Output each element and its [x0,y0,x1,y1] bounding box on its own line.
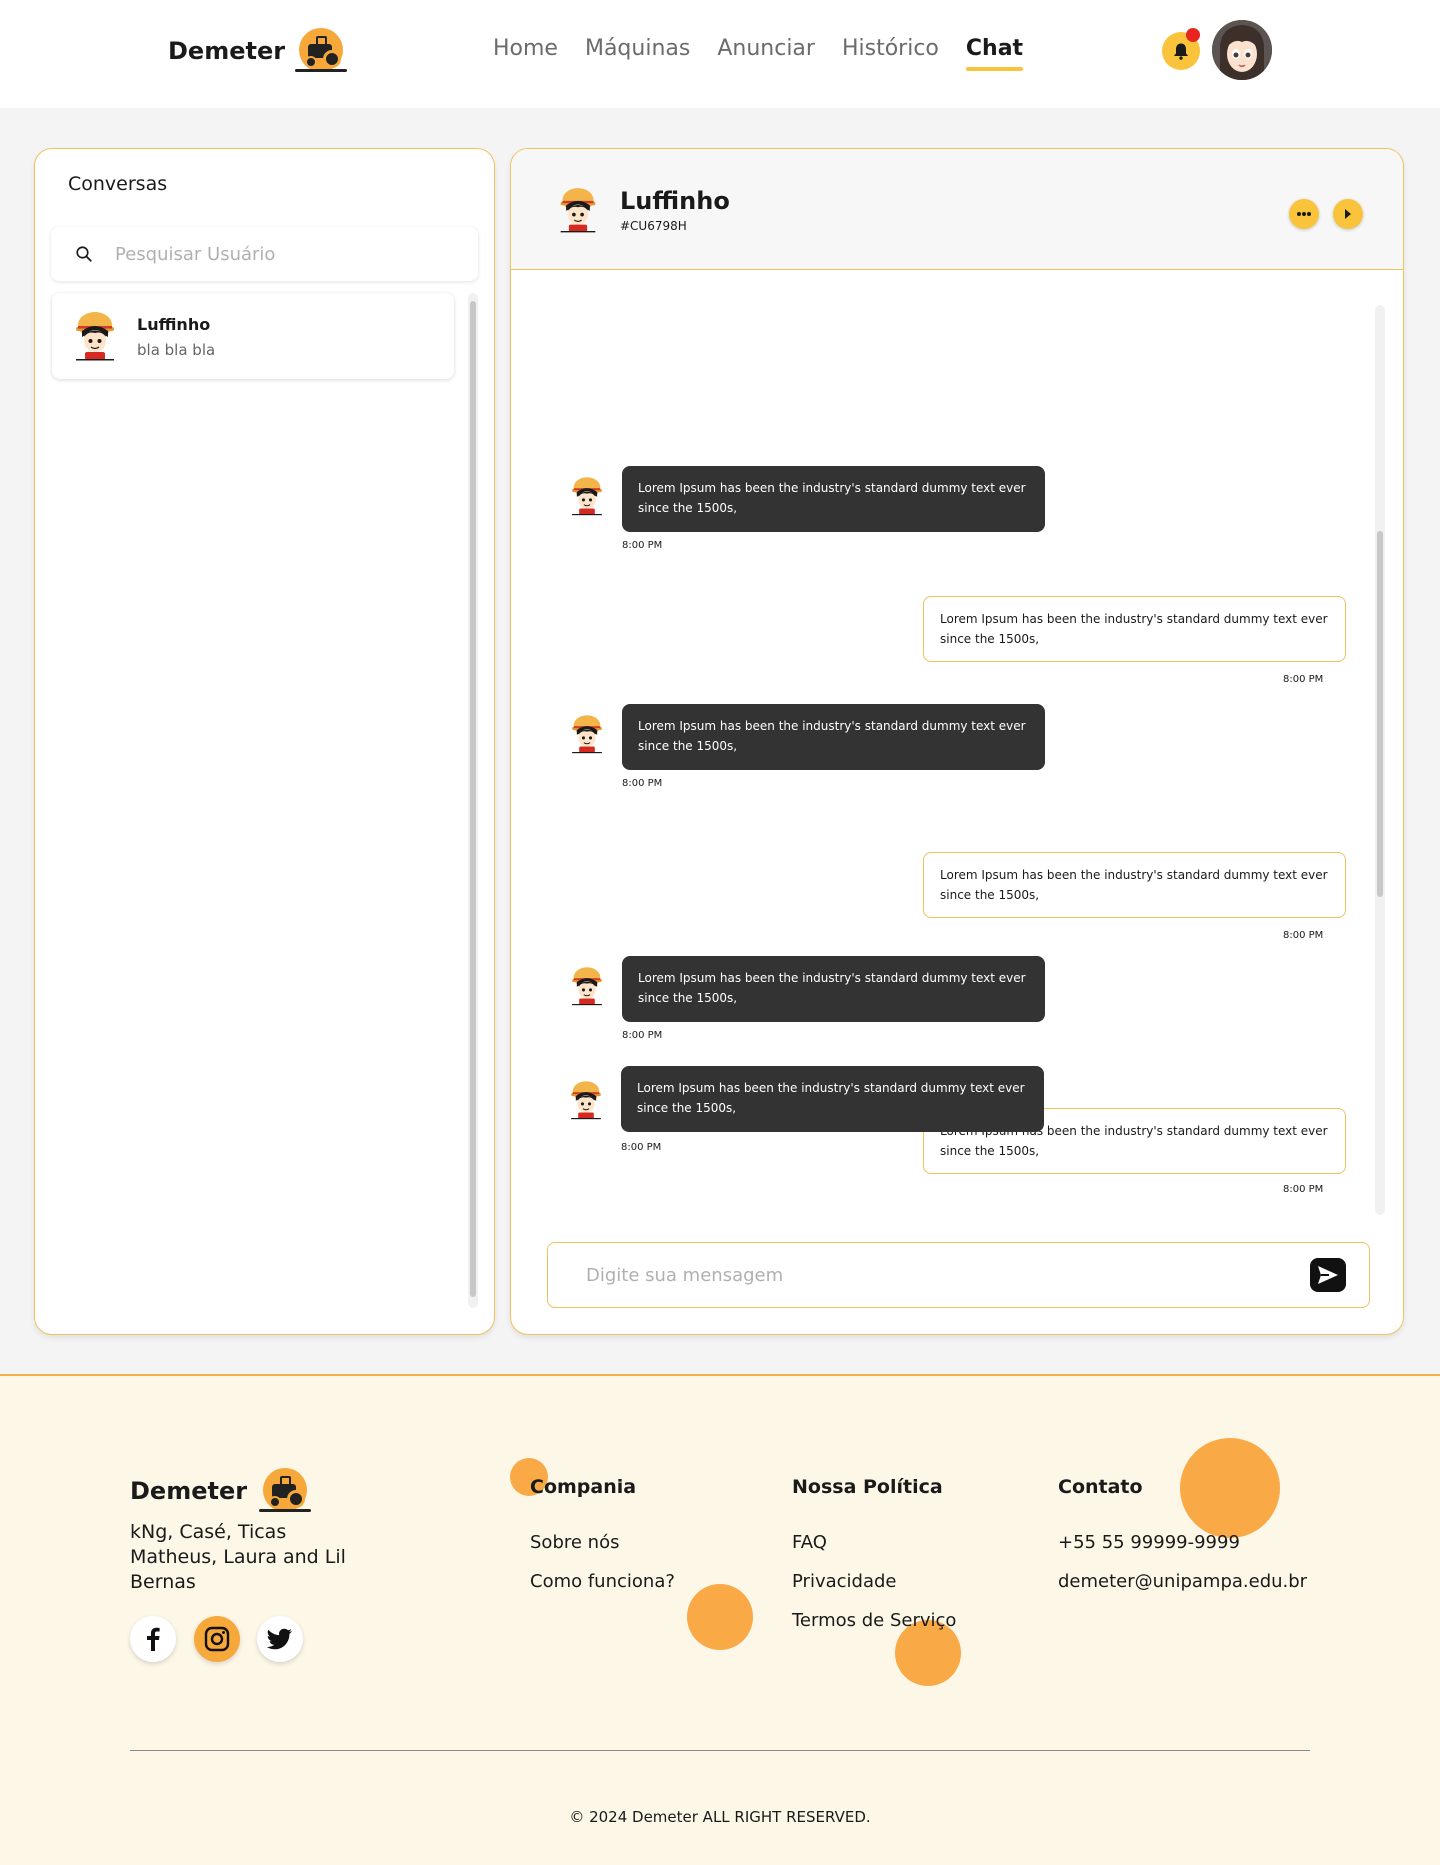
footer-link-como-funciona[interactable]: Como funciona? [530,1571,675,1592]
main-nav: Home Máquinas Anunciar Histórico Chat [493,36,1024,71]
nav-historico[interactable]: Histórico [842,36,939,61]
search-box [51,227,478,281]
navbar: Demeter Home Máquinas Anunciar Histórico… [0,0,1440,108]
facebook-icon [147,1627,160,1651]
next-button[interactable] [1333,199,1363,229]
footer-politica-title: Nossa Política [792,1476,943,1498]
more-horizontal-icon [1297,212,1311,216]
message-list: Lorem Ipsum has been the industry's stan… [511,270,1403,1195]
nav-anunciar[interactable]: Anunciar [717,36,815,61]
footer-link-sobre[interactable]: Sobre nós [530,1532,619,1553]
search-input[interactable] [115,243,445,265]
chat-panel: Luffinho #CU6798H Lorem Ipsum has been t… [510,148,1404,1335]
more-options-button[interactable] [1289,199,1319,229]
brand[interactable]: Demeter [168,28,348,74]
facebook-button[interactable] [130,1616,176,1662]
nav-maquinas[interactable]: Máquinas [585,36,690,61]
bell-icon [1174,43,1188,60]
tractor-logo-icon [259,1468,312,1514]
message-time: 8:00 PM [1283,674,1324,685]
footer-email[interactable]: demeter@unipampa.edu.br [1058,1571,1307,1592]
conversations-scrollbar-thumb[interactable] [470,301,476,1297]
chat-contact-id: #CU6798H [620,219,687,233]
instagram-button[interactable] [194,1616,240,1662]
nav-chat[interactable]: Chat [965,36,1024,71]
conversation-item[interactable]: Luffinho bla bla bla [52,293,454,379]
conversations-title: Conversas [68,173,168,195]
footer-link-privacidade[interactable]: Privacidade [792,1571,896,1592]
footer-phone[interactable]: +55 55 99999-9999 [1058,1532,1240,1553]
message-bubble-incoming: Lorem Ipsum has been the industry's stan… [622,466,1045,532]
messages-scrollbar-thumb[interactable] [1377,531,1383,897]
message-avatar [569,476,605,516]
footer: Demeter kNg, Casé, Ticas Matheus, Laura … [0,1374,1440,1865]
message-time: 8:00 PM [622,1030,663,1041]
tractor-logo-icon [295,28,348,74]
message-time: 8:00 PM [1283,1184,1324,1195]
twitter-icon [267,1628,292,1650]
message-bubble-incoming: Lorem Ipsum has been the industry's stan… [621,1066,1044,1132]
instagram-icon [204,1626,230,1652]
message-avatar [568,1080,604,1120]
message-avatar [569,714,605,754]
decorative-circle [1180,1438,1280,1538]
decorative-circle [687,1584,753,1650]
chat-contact-name: Luffinho [620,187,730,215]
message-avatar [569,966,605,1006]
message-bubble-incoming: Lorem Ipsum has been the industry's stan… [622,704,1045,770]
message-composer [547,1242,1370,1308]
conversations-scrollbar[interactable] [468,293,478,1308]
play-right-icon [1345,209,1351,219]
chat-header: Luffinho #CU6798H [511,149,1403,270]
footer-divider [130,1750,1310,1751]
message-time: 8:00 PM [622,778,663,789]
messages-scrollbar[interactable] [1375,305,1385,1215]
send-icon [1318,1266,1338,1284]
footer-brand[interactable]: Demeter [130,1468,312,1514]
message-time: 8:00 PM [622,540,663,551]
search-icon [73,243,95,265]
footer-copyright: © 2024 Demeter ALL RIGHT RESERVED. [569,1808,871,1826]
conversations-panel: Conversas Luffinho bla bla bla [34,148,495,1335]
footer-contato-title: Contato [1058,1476,1143,1498]
message-input[interactable] [586,1261,1286,1289]
footer-companhia-title: Compania [530,1476,637,1498]
nav-home[interactable]: Home [493,36,558,61]
message-time: 8:00 PM [1283,930,1324,941]
footer-link-termos[interactable]: Termos de Serviço [792,1610,956,1631]
send-button[interactable] [1310,1258,1346,1292]
footer-brand-name: Demeter [130,1477,248,1505]
brand-name: Demeter [168,37,286,65]
notification-badge [1186,28,1200,42]
conversation-name: Luffinho [137,315,211,334]
message-bubble-incoming: Lorem Ipsum has been the industry's stan… [622,956,1045,1022]
conversation-preview: bla bla bla [137,341,216,359]
twitter-button[interactable] [257,1616,303,1662]
message-bubble-outgoing: Lorem Ipsum has been the industry's stan… [923,852,1346,918]
user-avatar[interactable] [1212,20,1272,80]
contact-avatar [72,311,118,361]
footer-link-faq[interactable]: FAQ [792,1532,827,1553]
footer-authors: kNg, Casé, Ticas Matheus, Laura and Lil … [130,1521,346,1593]
message-time: 8:00 PM [621,1142,662,1153]
chat-contact-avatar [557,187,599,233]
message-bubble-outgoing: Lorem Ipsum has been the industry's stan… [923,596,1346,662]
